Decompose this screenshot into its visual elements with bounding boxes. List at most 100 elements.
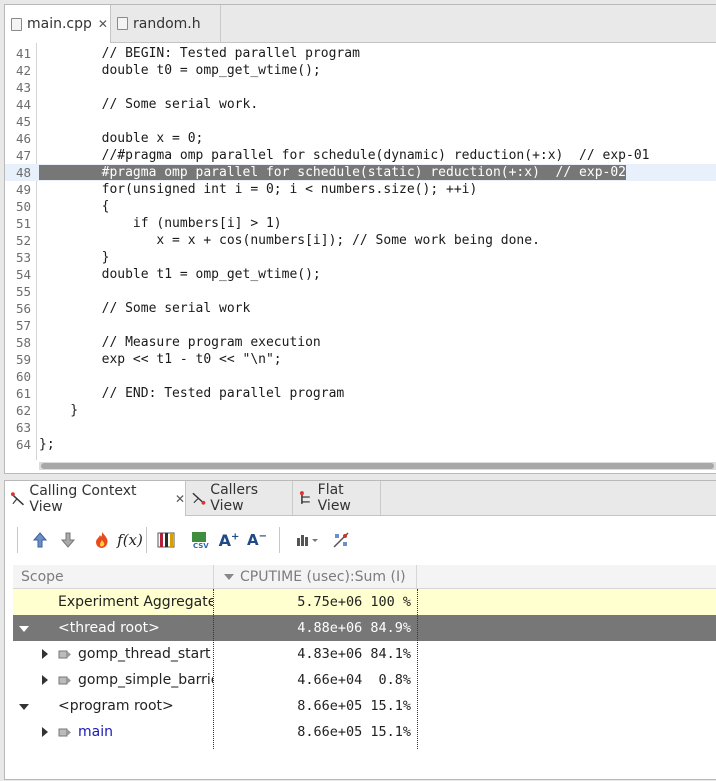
table-row-aggregate[interactable]: Experiment Aggregate Metrics 5.75e+06 10… <box>13 589 716 615</box>
code-line[interactable]: 49 for(unsigned int i = 0; i < numbers.s… <box>5 181 716 198</box>
code-line[interactable]: 43 <box>5 79 716 96</box>
code-text[interactable]: x = x + cos(numbers[i]); // Some work be… <box>39 232 540 249</box>
table-row-program-root[interactable]: <program root> 8.66e+05 15.1% <box>13 693 716 719</box>
code-line[interactable]: 64}; <box>5 436 716 453</box>
tab-calling-context-view[interactable]: Calling Context View ✕ <box>5 481 186 516</box>
code-line[interactable]: 41 // BEGIN: Tested parallel program <box>5 45 716 62</box>
graph-dropdown-button[interactable] <box>293 528 323 552</box>
column-select-button[interactable] <box>154 528 178 552</box>
scope-label: gomp_simple_barrier_wait <box>78 672 213 688</box>
code-line[interactable]: 63 <box>5 419 716 436</box>
code-text[interactable]: //#pragma omp parallel for schedule(dyna… <box>39 147 650 164</box>
code-text[interactable]: } <box>39 402 78 419</box>
table-row-gomp-simple-barrier[interactable]: gomp_simple_barrier_wait 4.66e+04 0.8% <box>13 667 716 693</box>
thread-view-button[interactable] <box>329 528 353 552</box>
table-row-gomp-thread-start[interactable]: gomp_thread_start 4.83e+06 84.1% <box>13 641 716 667</box>
code-text[interactable]: if (numbers[i] > 1) <box>39 215 282 232</box>
code-line[interactable]: 62 } <box>5 402 716 419</box>
scope-cell: gomp_thread_start <box>13 641 213 667</box>
line-number: 53 <box>16 250 32 265</box>
source-link[interactable]: main <box>78 724 113 740</box>
calling-context-tree-table[interactable]: Scope CPUTIME (usec):Sum (I) Experiment … <box>13 565 716 781</box>
tab-label: Flat View <box>317 482 351 514</box>
line-number: 49 <box>16 182 32 197</box>
tab-flat-view[interactable]: Flat View <box>293 481 381 515</box>
code-line[interactable]: 45 <box>5 113 716 130</box>
code-text[interactable]: // Some serial work <box>39 300 251 317</box>
derived-metric-button[interactable]: f(x) <box>117 528 143 552</box>
export-csv-button[interactable]: CSV <box>188 528 212 552</box>
line-number: 46 <box>16 131 32 146</box>
column-divider <box>213 589 214 749</box>
flat-view-icon <box>299 491 310 504</box>
zoom-in-button[interactable] <box>28 528 52 552</box>
graph-icon <box>297 535 318 546</box>
line-number: 41 <box>16 46 32 61</box>
code-text[interactable]: }; <box>39 436 55 453</box>
selected-text[interactable]: #pragma omp parallel for schedule(static… <box>39 165 626 180</box>
tab-label: Callers View <box>210 482 259 514</box>
toolbar-separator <box>17 527 18 553</box>
code-editor[interactable]: main.cpp ✕ random.h 41 // BEGIN: Tested … <box>4 4 716 474</box>
code-line[interactable]: 56 // Some serial work <box>5 300 716 317</box>
code-text[interactable]: double t0 = omp_get_wtime(); <box>39 62 321 79</box>
line-number: 64 <box>16 437 32 452</box>
code-line[interactable]: 42 double t0 = omp_get_wtime(); <box>5 62 716 79</box>
metric-percent: 84.9% <box>370 620 411 636</box>
code-text[interactable]: // END: Tested parallel program <box>39 385 345 402</box>
tab-callers-view[interactable]: Callers View <box>186 481 293 515</box>
code-text[interactable]: for(unsigned int i = 0; i < numbers.size… <box>39 181 478 198</box>
table-row-main[interactable]: main 8.66e+05 15.1% <box>13 719 716 745</box>
code-text[interactable]: // BEGIN: Tested parallel program <box>39 45 360 62</box>
line-number: 50 <box>16 199 32 214</box>
horizontal-scrollbar[interactable] <box>39 462 716 470</box>
code-text[interactable]: // Some serial work. <box>39 96 259 113</box>
header-file-icon <box>117 17 128 30</box>
metric-cell: 4.83e+06 84.1% <box>213 641 417 667</box>
code-line[interactable]: 52 x = x + cos(numbers[i]); // Some work… <box>5 232 716 249</box>
metric-value: 8.66e+05 <box>297 724 363 740</box>
code-line[interactable]: 51 if (numbers[i] > 1) <box>5 215 716 232</box>
metric-value: 5.75e+06 <box>297 594 363 610</box>
code-text[interactable]: } <box>39 249 110 266</box>
zoom-out-button[interactable] <box>56 528 80 552</box>
line-number: 51 <box>16 216 32 231</box>
font-decrease-button[interactable]: A− <box>245 528 269 552</box>
code-text[interactable]: { <box>39 198 110 215</box>
export-csv-icon: CSV <box>192 532 209 550</box>
table-row-thread-root[interactable]: <thread root> 4.88e+06 84.9% <box>13 615 716 641</box>
scope-column-header[interactable]: Scope <box>13 565 213 589</box>
code-line[interactable]: 50 { <box>5 198 716 215</box>
code-line[interactable]: 61 // END: Tested parallel program <box>5 385 716 402</box>
close-icon[interactable]: ✕ <box>175 492 185 506</box>
metric-value: 4.83e+06 <box>297 646 363 662</box>
close-icon[interactable]: ✕ <box>98 17 108 31</box>
metric-cell: 5.75e+06 100 % <box>213 589 417 615</box>
line-number: 63 <box>16 420 32 435</box>
code-text[interactable]: double x = 0; <box>39 130 204 147</box>
code-text[interactable]: #pragma omp parallel for schedule(static… <box>39 164 626 181</box>
code-text[interactable]: double t1 = omp_get_wtime(); <box>39 266 321 283</box>
code-line[interactable]: 55 <box>5 283 716 300</box>
cputime-column-header[interactable]: CPUTIME (usec):Sum (I) <box>213 565 417 589</box>
code-line[interactable]: 60 <box>5 368 716 385</box>
tab-main-cpp[interactable]: main.cpp ✕ <box>5 5 111 43</box>
metric-value: 8.66e+05 <box>297 698 363 714</box>
code-text-area[interactable]: 41 // BEGIN: Tested parallel program 42 d… <box>5 43 716 460</box>
code-line-highlighted[interactable]: 48 #pragma omp parallel for schedule(sta… <box>5 164 716 181</box>
code-line[interactable]: 54 double t1 = omp_get_wtime(); <box>5 266 716 283</box>
code-text[interactable]: // Measure program execution <box>39 334 321 351</box>
code-line[interactable]: 44 // Some serial work. <box>5 96 716 113</box>
code-line[interactable]: 57 <box>5 317 716 334</box>
code-line[interactable]: 53 } <box>5 249 716 266</box>
scrollbar-thumb[interactable] <box>41 463 714 469</box>
code-text[interactable]: exp << t1 - t0 << "\n"; <box>39 351 282 368</box>
hot-path-button[interactable] <box>90 528 114 552</box>
code-line[interactable]: 47 //#pragma omp parallel for schedule(d… <box>5 147 716 164</box>
column-divider <box>417 589 418 749</box>
code-line[interactable]: 46 double x = 0; <box>5 130 716 147</box>
font-increase-button[interactable]: A+ <box>217 528 241 552</box>
tab-random-h[interactable]: random.h <box>111 5 221 42</box>
code-line[interactable]: 58 // Measure program execution <box>5 334 716 351</box>
code-line[interactable]: 59 exp << t1 - t0 << "\n"; <box>5 351 716 368</box>
